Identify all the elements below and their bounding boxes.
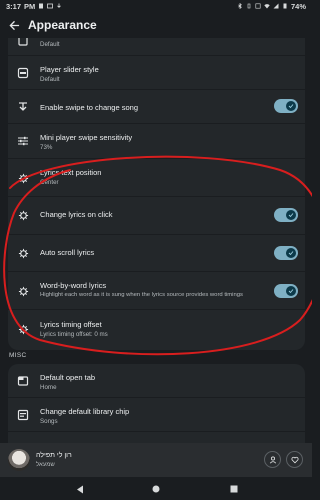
status-time: 3:17 xyxy=(6,1,22,11)
setting-row-hidden[interactable]: Default xyxy=(8,38,305,54)
lyrics-icon xyxy=(16,284,30,298)
setting-subtitle: Home xyxy=(40,384,57,391)
tune-icon xyxy=(16,134,30,148)
nav-recents-button[interactable] xyxy=(228,483,240,495)
slider-icon xyxy=(16,66,30,80)
setting-subtitle: 73% xyxy=(40,144,53,151)
setting-row-swipe-change-song[interactable]: Enable swipe to change song xyxy=(8,90,305,123)
setting-title: Enable swipe to change song xyxy=(40,103,138,112)
image-icon xyxy=(47,3,54,9)
mini-player[interactable]: רון לי תפילה שמעאל xyxy=(0,443,312,477)
wifi-icon xyxy=(264,4,270,9)
nav-home-button[interactable] xyxy=(150,483,162,495)
toggle-knob xyxy=(286,210,296,220)
setting-row-swipe-sensitivity[interactable]: Mini player swipe sensitivity 73% xyxy=(8,124,305,157)
vibrate-icon xyxy=(247,3,251,9)
setting-title: Player slider style xyxy=(40,65,99,74)
page-title: Appearance xyxy=(28,18,97,32)
setting-title: Lyrics text position xyxy=(40,168,102,177)
swipe-change-song-toggle[interactable] xyxy=(274,99,298,113)
setting-icon xyxy=(16,38,30,48)
status-bar: 3:17 PM 74% xyxy=(0,0,312,12)
setting-title: Lyrics timing offset xyxy=(40,320,102,329)
person-icon xyxy=(269,456,276,463)
lyrics-icon xyxy=(16,246,30,260)
section-label-misc: MISC xyxy=(9,352,27,359)
back-triangle-icon xyxy=(77,485,83,493)
lyrics-icon xyxy=(16,322,30,336)
setting-row-word-by-word-lyrics[interactable]: Word-by-word lyrics Highlight each word … xyxy=(8,272,305,309)
download-icon xyxy=(57,3,62,8)
settings-list[interactable]: Default Player slider style Default Enab… xyxy=(0,38,312,443)
home-circle-icon xyxy=(152,485,160,493)
setting-row-default-open-tab[interactable]: Default open tab Home xyxy=(8,364,305,397)
change-lyrics-on-click-toggle[interactable] xyxy=(274,208,298,222)
arrow-left-icon xyxy=(8,20,19,30)
tab-icon xyxy=(16,374,30,388)
misc-card: Default open tab Home Change default lib… xyxy=(8,364,305,443)
check-icon xyxy=(288,104,294,109)
setting-title: Mini player swipe sensitivity xyxy=(40,133,133,142)
setting-subtitle: Default xyxy=(40,76,60,83)
like-button[interactable] xyxy=(286,451,303,468)
app-bar: Appearance xyxy=(0,12,312,38)
signal-icon xyxy=(273,3,279,9)
setting-title: Auto scroll lyrics xyxy=(40,248,95,257)
setting-title: Change lyrics on click xyxy=(40,210,113,219)
toggle-knob xyxy=(286,248,296,258)
auto-scroll-lyrics-toggle[interactable] xyxy=(274,246,298,260)
setting-subtitle: Default xyxy=(40,41,60,48)
status-time-suffix: PM xyxy=(24,1,36,11)
battery-icon xyxy=(283,3,287,9)
check-icon xyxy=(288,213,294,218)
toggle-knob xyxy=(286,101,296,111)
word-by-word-lyrics-toggle[interactable] xyxy=(274,284,298,298)
setting-row-partial[interactable] xyxy=(8,432,305,443)
back-button[interactable] xyxy=(6,17,22,33)
setting-row-lyrics-text-position[interactable]: Lyrics text position Center xyxy=(8,159,305,195)
player-song-title: רון לי תפילה xyxy=(36,452,72,459)
recents-square-icon xyxy=(230,485,238,493)
nav-back-button[interactable] xyxy=(74,483,86,495)
check-icon xyxy=(288,251,294,256)
album-art xyxy=(8,449,30,471)
setting-subtitle: Lyrics timing offset: 0 ms xyxy=(40,331,108,338)
setting-subtitle: Center xyxy=(40,179,59,186)
swipe-icon xyxy=(16,100,30,114)
sim-card-icon xyxy=(39,3,44,9)
setting-row-default-library-chip[interactable]: Change default library chip Songs xyxy=(8,398,305,431)
check-icon xyxy=(288,289,294,294)
setting-row-player-slider-style[interactable]: Player slider style Default xyxy=(8,56,305,89)
setting-subtitle: Songs xyxy=(40,418,58,425)
setting-title: Word-by-word lyrics xyxy=(40,281,107,290)
toggle-knob xyxy=(286,286,296,296)
chip-icon xyxy=(16,408,30,422)
setting-title: Default open tab xyxy=(40,373,96,382)
artist-button[interactable] xyxy=(264,451,281,468)
setting-row-lyrics-timing-offset[interactable]: Lyrics timing offset Lyrics timing offse… xyxy=(8,310,305,348)
lyrics-icon xyxy=(16,208,30,222)
nfc-icon xyxy=(255,3,261,9)
player-artist-name: שמעאל xyxy=(36,462,55,468)
settings-card: Default Player slider style Default Enab… xyxy=(8,38,305,350)
setting-title: Change default library chip xyxy=(40,407,130,416)
setting-subtitle: Highlight each word as it is sung when t… xyxy=(40,292,243,298)
setting-row-change-lyrics-on-click[interactable]: Change lyrics on click xyxy=(8,197,305,234)
system-nav-bar xyxy=(0,477,312,500)
heart-icon xyxy=(290,456,299,463)
bluetooth-icon xyxy=(238,3,242,9)
battery-percent: 74% xyxy=(290,1,306,11)
setting-row-auto-scroll-lyrics[interactable]: Auto scroll lyrics xyxy=(8,235,305,271)
lyrics-icon xyxy=(16,171,30,185)
